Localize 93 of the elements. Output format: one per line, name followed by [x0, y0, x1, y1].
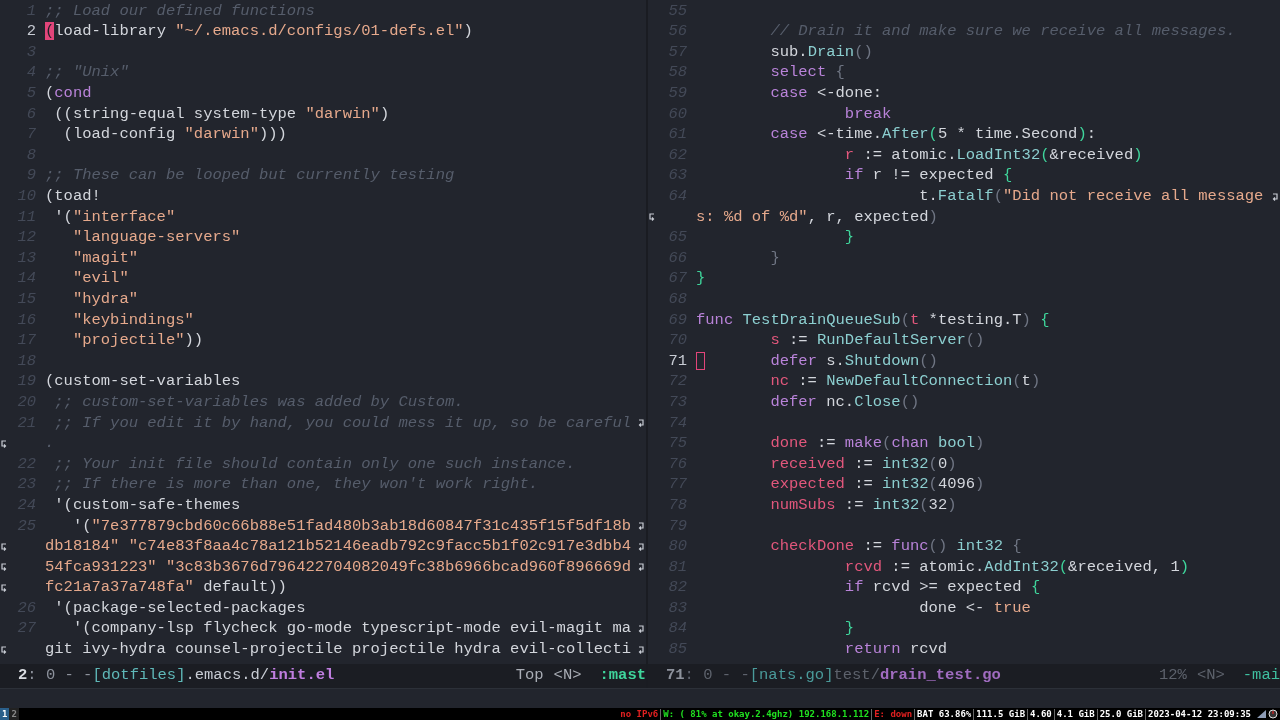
code-line: t.Fatalf("Did not receive all message: [918, 186, 1264, 207]
code-line: numSubs := int32(32): [769, 494, 957, 516]
status-text: 2023-04-12 23:09:35: [1145, 708, 1253, 720]
code-line: db18184" "c74e83f8aa4c78a121b52146eadb792c9facc5b1f02c917e3dbb4: [45, 536, 631, 558]
code-line: '(package-selected-packages: [53, 597, 306, 619]
mode-line-text: <N>: [1196, 665, 1225, 687]
code-line: ;; If you edit it by hand, you could mess it up, so be careful: [53, 412, 631, 434]
code-line: ((string-equal system-type "darwin"): [53, 103, 390, 125]
code-line: ;; Load our defined functions: [45, 0, 315, 22]
code-line: (load-config "darwin"))): [62, 124, 287, 146]
mode-line-text: [dotfiles]: [92, 665, 186, 687]
code-line: (load-library "~/.emacs.d/configs/01-defs.el"): [45, 21, 473, 43]
code-line: "language-servers": [71, 227, 241, 249]
code-line: .: [45, 433, 55, 455]
code-line: fc21a7a37a748fa" default)): [45, 577, 287, 599]
mode-line-text: 12%: [1158, 665, 1187, 687]
wrap-arrow-icon: [1, 645, 7, 654]
mode-line-text: :mast: [599, 665, 646, 687]
code-line: }: [696, 268, 706, 290]
code-line: select {: [769, 62, 845, 84]
wrap-arrow-icon: [1, 583, 7, 592]
code-line: defer s.Shutdown(): [696, 349, 938, 373]
mode-line-text: .emacs.d/: [185, 665, 270, 687]
status-text: 4.1 GiB: [1053, 708, 1097, 720]
code-line: git ivy-hydra counsel-projectile projectile hydra evil-collecti: [45, 639, 631, 661]
status-text: 25.0 GiB: [1096, 708, 1146, 720]
code-line: '(company-lsp flycheck go-mode typescript-mode evil-magit ma: [71, 618, 631, 640]
code-line: "projectile")): [71, 330, 204, 352]
code-line: defer nc.Close(): [769, 391, 920, 413]
code-line: "keybindings": [71, 309, 194, 331]
status-text: no IPv6: [619, 708, 660, 720]
status-text: E: down: [871, 708, 915, 720]
code-line: case <-done:: [769, 83, 883, 105]
code-line: ;; Your init file should contain only one such instance.: [53, 453, 576, 475]
code-line: rcvd := atomic.AddInt32(&received, 1): [843, 556, 1190, 578]
code-line: '("7e377879cbd60c66b88e51fad480b3ab18d60847f31c435f15f5df18b: [71, 515, 631, 537]
code-line: ;; If there is more than one, they won't work right.: [53, 474, 538, 496]
mode-line-text: <N>: [553, 665, 582, 687]
mode-line-text: : 0 - -: [27, 665, 93, 687]
signal-icon: [1257, 710, 1266, 718]
code-line: if r != expected {: [843, 165, 1013, 187]
mode-line-text: 71: [666, 665, 685, 687]
code-line: "evil": [71, 268, 129, 290]
mode-line-text: init.el: [269, 665, 335, 687]
status-text: 111.5 GiB: [973, 708, 1028, 720]
code-line: expected := int32(4096): [769, 474, 985, 496]
code-line: break: [843, 103, 892, 125]
status-text: W: ( 81% at okay.2.4ghz) 192.168.1.112: [660, 708, 872, 720]
code-line: nc := NewDefaultConnection(t): [769, 371, 1041, 393]
mode-line-text: test/: [833, 665, 880, 687]
code-line: "magit": [71, 247, 138, 269]
code-line: // Drain it and make sure we receive all messages.: [769, 21, 1236, 43]
code-line: done := make(chan bool): [769, 433, 985, 455]
line-number: 2: [26, 21, 37, 43]
code-line: 54fca931223" "3c83b3676d796422704082049fc38b6966bcad960f896669d: [45, 556, 631, 578]
workspace-button[interactable]: 1: [0, 708, 10, 720]
mode-line-text: : 0 - -: [684, 665, 750, 687]
wrap-arrow-icon: [1, 542, 7, 551]
line-number: 71: [668, 350, 688, 372]
code-line: received := int32(0): [769, 453, 957, 475]
code-line: }: [843, 618, 855, 640]
code-line: ;; custom-set-variables was added by Custom.: [53, 391, 464, 413]
code-line: ;; "Unix": [45, 62, 129, 84]
code-line: func TestDrainQueueSub(t *testing.T) {: [696, 309, 1050, 331]
mode-line-text: drain_test.go: [879, 665, 1001, 687]
code-line: checkDone := func() int32 {: [769, 536, 1022, 558]
wrap-arrow-icon: [649, 213, 655, 222]
wrap-arrow-icon: [1, 439, 7, 448]
wrap-arrow-icon: [1, 563, 7, 572]
code-line: }: [769, 247, 780, 269]
code-line: ;; These can be looped but currently testing: [45, 165, 455, 187]
code-line: '(custom-safe-themes: [53, 494, 241, 516]
status-text: BAT 63.86%: [914, 708, 974, 720]
code-line: return rcvd: [843, 639, 948, 661]
code-line: r := atomic.LoadInt32(&received): [843, 144, 1143, 166]
code-line: "hydra": [71, 289, 138, 310]
mode-line-text: 2: [18, 665, 28, 687]
code-line: }: [843, 227, 855, 249]
code-line: (toad!: [45, 186, 101, 207]
code-line: (cond: [45, 83, 92, 105]
code-line: sub.Drain(): [769, 41, 873, 63]
status-text: 4.60: [1027, 708, 1054, 720]
mode-line-text: [nats.go]: [749, 665, 834, 687]
mode-line-text: Top: [515, 665, 544, 687]
code-line: s: %d of %d", r, expected): [696, 206, 938, 228]
code-line: '("interface": [53, 206, 176, 228]
code-line: (custom-set-variables: [45, 371, 241, 393]
mode-line-text: -mai: [1242, 665, 1280, 687]
code-line: s := RunDefaultServer(): [769, 330, 985, 352]
code-line: if rcvd >= expected {: [843, 577, 1041, 599]
code-line: done <- true: [918, 597, 1031, 619]
code-line: case <-time.After(5 * time.Second):: [769, 124, 1097, 146]
workspace-button[interactable]: 2: [9, 708, 19, 720]
